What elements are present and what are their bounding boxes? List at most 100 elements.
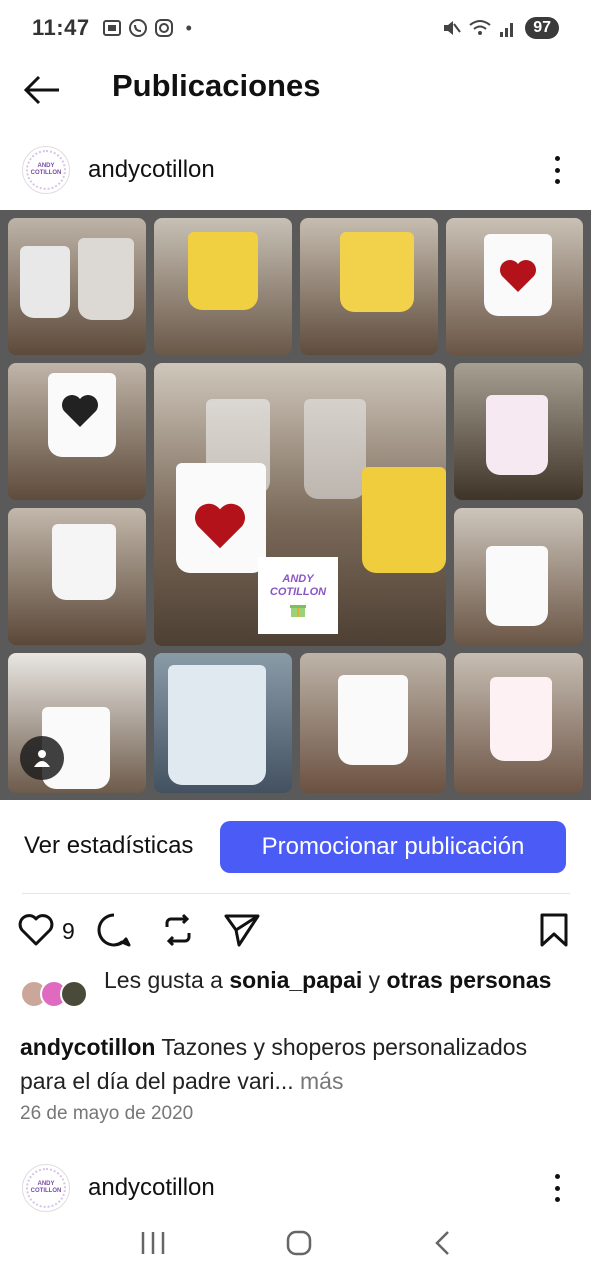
avatar-logo: ANDY COTILLON xyxy=(26,1168,66,1208)
mug-shape xyxy=(338,675,408,765)
more-dot-icon xyxy=(554,1185,560,1191)
post-caption: andycotillon Tazones y shoperos personal… xyxy=(20,1030,570,1098)
recent-apps-button[interactable] xyxy=(139,1230,167,1261)
app-header: Publicaciones xyxy=(0,60,591,116)
like-button[interactable] xyxy=(16,910,56,950)
mug-shape xyxy=(52,524,116,600)
post-date: 26 de mayo de 2020 xyxy=(20,1103,194,1124)
gift-icon xyxy=(290,605,306,618)
arrow-left-icon xyxy=(23,75,59,105)
status-left-icons: • xyxy=(102,18,192,39)
repost-icon xyxy=(165,913,191,947)
page-title: Publicaciones xyxy=(112,68,321,103)
mug-shape xyxy=(340,232,414,312)
more-dot-icon xyxy=(554,1197,560,1202)
person-icon xyxy=(34,750,50,767)
wifi-icon xyxy=(469,20,491,35)
comment-button[interactable] xyxy=(94,910,134,950)
status-time: 11:47 xyxy=(32,15,90,40)
mug-photo xyxy=(8,508,146,645)
mug-photo xyxy=(8,218,146,355)
status-right: 97 xyxy=(441,17,559,39)
divider xyxy=(22,893,570,894)
next-post-username[interactable]: andycotillon xyxy=(88,1174,215,1202)
liker-username[interactable]: sonia_papai xyxy=(229,967,362,993)
caption-more-link[interactable]: más xyxy=(294,1068,343,1094)
post-actions-row: Ver estadísticas Promocionar publicación xyxy=(0,820,591,876)
mug-shape xyxy=(20,246,70,318)
promote-post-button[interactable]: Promocionar publicación xyxy=(220,821,566,873)
mug-shape xyxy=(78,238,134,320)
likes-text: Les gusta a sonia_papai y otras personas xyxy=(104,966,574,994)
post-image[interactable]: ANDY COTILLON xyxy=(0,210,591,800)
mug-shape xyxy=(486,546,548,626)
likes-prefix: Les gusta a xyxy=(104,967,230,993)
more-dot-icon xyxy=(554,1174,560,1179)
system-nav-bar xyxy=(0,1210,591,1280)
whatsapp-icon xyxy=(128,19,147,37)
caption-username[interactable]: andycotillon xyxy=(20,1034,155,1060)
mug-photo xyxy=(300,653,446,793)
likes-others[interactable]: otras personas xyxy=(387,967,552,993)
heart-icon xyxy=(62,395,98,427)
chevron-left-icon xyxy=(435,1230,449,1255)
send-icon xyxy=(224,914,260,947)
more-options-button[interactable] xyxy=(545,152,569,188)
andy-cotillon-logo: ANDY COTILLON xyxy=(258,557,338,634)
heart-icon xyxy=(500,260,536,292)
engagement-icons: 9 xyxy=(0,906,591,954)
like-count[interactable]: 9 xyxy=(62,918,75,945)
instagram-icon xyxy=(154,19,173,37)
avatar[interactable]: ANDY COTILLON xyxy=(22,146,70,194)
mug-photo xyxy=(154,218,292,355)
more-dot-icon xyxy=(554,156,560,161)
battery-indicator: 97 xyxy=(525,17,559,39)
recent-apps-icon xyxy=(141,1231,165,1254)
avatar xyxy=(60,980,88,1008)
mug-photo xyxy=(300,218,438,355)
comment-icon xyxy=(97,913,131,947)
system-back-button[interactable] xyxy=(432,1229,452,1262)
back-button[interactable] xyxy=(22,70,62,110)
share-button[interactable] xyxy=(222,910,262,950)
mug-shape xyxy=(48,373,116,457)
signal-icon xyxy=(500,23,514,37)
status-dot: • xyxy=(185,17,192,38)
more-options-button[interactable] xyxy=(545,1170,569,1206)
mug-shape xyxy=(168,665,266,785)
post-header: ANDY COTILLON andycotillon xyxy=(0,140,591,202)
screenshot-icon xyxy=(102,20,121,36)
avatar-logo: ANDY COTILLON xyxy=(26,150,66,190)
logo-line1: ANDY xyxy=(282,572,314,585)
mug-shape xyxy=(484,234,552,316)
mug-photo xyxy=(454,508,583,645)
mute-icon xyxy=(444,21,462,35)
home-button[interactable] xyxy=(285,1229,313,1262)
more-dot-icon xyxy=(554,179,560,184)
mug-shape xyxy=(304,399,366,499)
heart-outline-icon xyxy=(18,914,54,946)
tagged-users-button[interactable] xyxy=(20,736,64,780)
repost-button[interactable] xyxy=(158,910,198,950)
mug-photo xyxy=(446,218,583,355)
mug-shape xyxy=(176,463,266,573)
avatar[interactable]: ANDY COTILLON xyxy=(22,1164,70,1212)
mug-shape xyxy=(490,677,552,761)
more-dot-icon xyxy=(554,167,560,173)
home-icon xyxy=(287,1230,312,1255)
mug-shape xyxy=(188,232,258,310)
likes-summary[interactable]: Les gusta a sonia_papai y otras personas xyxy=(0,966,591,1026)
save-button[interactable] xyxy=(534,910,574,950)
mug-shape xyxy=(362,467,446,573)
logo-line2: COTILLON xyxy=(269,586,327,598)
mug-photo xyxy=(8,363,146,500)
mug-shape xyxy=(486,395,548,475)
mug-photo xyxy=(454,363,583,500)
mug-photo xyxy=(154,653,292,793)
post-username[interactable]: andycotillon xyxy=(88,156,215,184)
bookmark-icon xyxy=(540,913,568,947)
view-stats-button[interactable]: Ver estadísticas xyxy=(24,832,193,860)
status-bar: 11:47 • 97 xyxy=(0,0,591,56)
liker-avatars xyxy=(20,980,100,1010)
mug-photo xyxy=(454,653,583,793)
